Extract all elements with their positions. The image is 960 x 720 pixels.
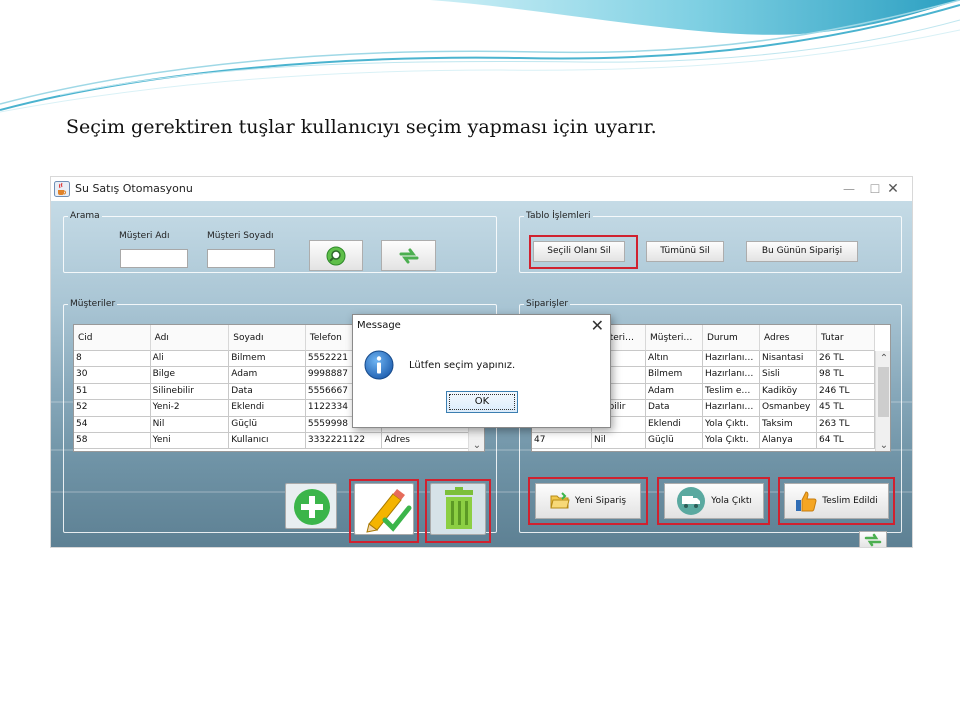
table-scrollbar[interactable]: ⌃ ⌄ (875, 351, 890, 451)
column-header[interactable]: Müşteri… (646, 325, 703, 351)
table-cell: Nil (150, 416, 230, 433)
table-cell: Adam (229, 367, 306, 384)
table-cell: Sisli (760, 367, 817, 384)
dialog-close-button[interactable]: ✕ (591, 316, 604, 335)
table-cell: 3332221122 (305, 432, 383, 450)
table-cell: 98 TL (817, 367, 875, 384)
scroll-up-icon[interactable]: ⌃ (876, 353, 890, 364)
scroll-down-icon[interactable]: ⌄ (876, 440, 890, 451)
last-name-label: Müşteri Soyadı (207, 231, 274, 241)
window-titlebar: Su Satış Otomasyonu — ☐ ✕ (51, 177, 912, 201)
plus-icon (294, 489, 330, 525)
highlight-box (425, 479, 491, 543)
table-cell: Bilge (150, 367, 230, 384)
search-button[interactable] (309, 240, 363, 271)
table-cell: Osmanbey (760, 400, 817, 417)
table-cell: 64 TL (817, 432, 875, 450)
message-dialog: Message ✕ Lütfen seçim yapınız. OK (352, 314, 611, 428)
refresh-icon (864, 533, 882, 547)
add-customer-button[interactable] (285, 483, 337, 529)
table-cell: 54 (74, 416, 151, 433)
table-cell: Hazırlanı… (703, 400, 760, 417)
refresh-orders-button[interactable] (859, 531, 887, 547)
table-cell: Bilmem (646, 367, 703, 384)
table-cell: Nil (592, 432, 646, 450)
column-header[interactable]: Tutar (817, 325, 875, 351)
table-cell: Kullanıcı (229, 432, 306, 450)
table-cell: Yola Çıktı. (703, 432, 760, 450)
column-header[interactable]: Adres (760, 325, 817, 351)
table-cell: 246 TL (817, 383, 875, 401)
delete-all-button[interactable]: Tümünü Sil (646, 241, 724, 262)
orders-legend: Siparişler (526, 299, 569, 309)
table-cell: Güçlü (229, 416, 306, 433)
table-cell: Yeni-2 (150, 400, 230, 417)
info-icon (364, 350, 394, 380)
highlight-box (778, 477, 895, 525)
minimize-button[interactable]: — (837, 181, 861, 197)
table-cell: Güçlü (646, 432, 703, 450)
highlight-box (657, 477, 770, 525)
table-cell: Eklendi (646, 416, 703, 433)
customers-legend: Müşteriler (70, 299, 116, 309)
table-cell: Hazırlanı… (703, 351, 760, 368)
table-cell: Nisantasi (760, 351, 817, 368)
wave-decoration (0, 0, 960, 113)
dialog-title: Message (357, 320, 401, 331)
java-cup-icon (54, 181, 70, 197)
table-cell: Taksim (760, 416, 817, 433)
column-header[interactable]: Adı (150, 325, 230, 351)
table-cell: Silinebilir (150, 383, 230, 401)
refresh-icon (399, 248, 418, 264)
window-title: Su Satış Otomasyonu (75, 182, 193, 195)
table-cell: 58 (74, 432, 151, 450)
scroll-thumb[interactable] (878, 367, 889, 417)
table-cell: Eklendi (229, 400, 306, 417)
table-cell: Hazırlanı… (703, 367, 760, 384)
highlight-box (528, 477, 648, 525)
table-cell: Data (229, 383, 306, 401)
table-cell: Kadiköy (760, 383, 817, 401)
table-cell: Yola Çıktı. (703, 416, 760, 433)
highlight-box (349, 479, 419, 543)
table-cell: 45 TL (817, 400, 875, 417)
table-cell: Adam (646, 383, 703, 401)
dialog-message: Lütfen seçim yapınız. (409, 360, 516, 371)
table-cell: Altın (646, 351, 703, 368)
last-name-input[interactable] (207, 249, 275, 268)
close-button[interactable]: ✕ (881, 181, 905, 197)
table-cell: 263 TL (817, 416, 875, 433)
refresh-search-button[interactable] (381, 240, 436, 271)
table-row[interactable]: 58 Yeni Kullanıcı 3332221122 Adres (74, 432, 484, 450)
search-legend: Arama (70, 211, 100, 221)
column-header[interactable]: Durum (703, 325, 760, 351)
table-cell: 8 (74, 351, 151, 368)
table-cell: Alanya (760, 432, 817, 450)
table-cell: 51 (74, 383, 151, 401)
table-cell: 47 (532, 432, 592, 450)
highlight-box (529, 235, 638, 269)
table-cell: Bilmem (229, 351, 306, 368)
first-name-label: Müşteri Adı (119, 231, 170, 241)
table-ops-legend: Tablo İşlemleri (526, 211, 591, 221)
slide: Seçim gerektiren tuşlar kullanıcıyı seçi… (0, 0, 960, 720)
first-name-input[interactable] (120, 249, 188, 268)
slide-title: Seçim gerektiren tuşlar kullanıcıyı seçi… (66, 116, 657, 138)
table-row[interactable]: 47 Nil Güçlü Yola Çıktı. Alanya 64 TL (532, 432, 890, 450)
table-cell: Teslim e… (703, 383, 760, 401)
column-header[interactable]: Cid (74, 325, 151, 351)
scroll-down-icon[interactable]: ⌄ (469, 440, 484, 451)
magnifier-icon (326, 246, 346, 266)
table-cell: 52 (74, 400, 151, 417)
table-cell: Ali (150, 351, 230, 368)
table-cell: 26 TL (817, 351, 875, 368)
today-orders-button[interactable]: Bu Günün Siparişi (746, 241, 858, 262)
table-cell: Data (646, 400, 703, 417)
column-header[interactable]: Soyadı (229, 325, 306, 351)
ok-button[interactable]: OK (446, 391, 518, 413)
table-cell: 30 (74, 367, 151, 384)
table-cell: Yeni (150, 432, 230, 450)
